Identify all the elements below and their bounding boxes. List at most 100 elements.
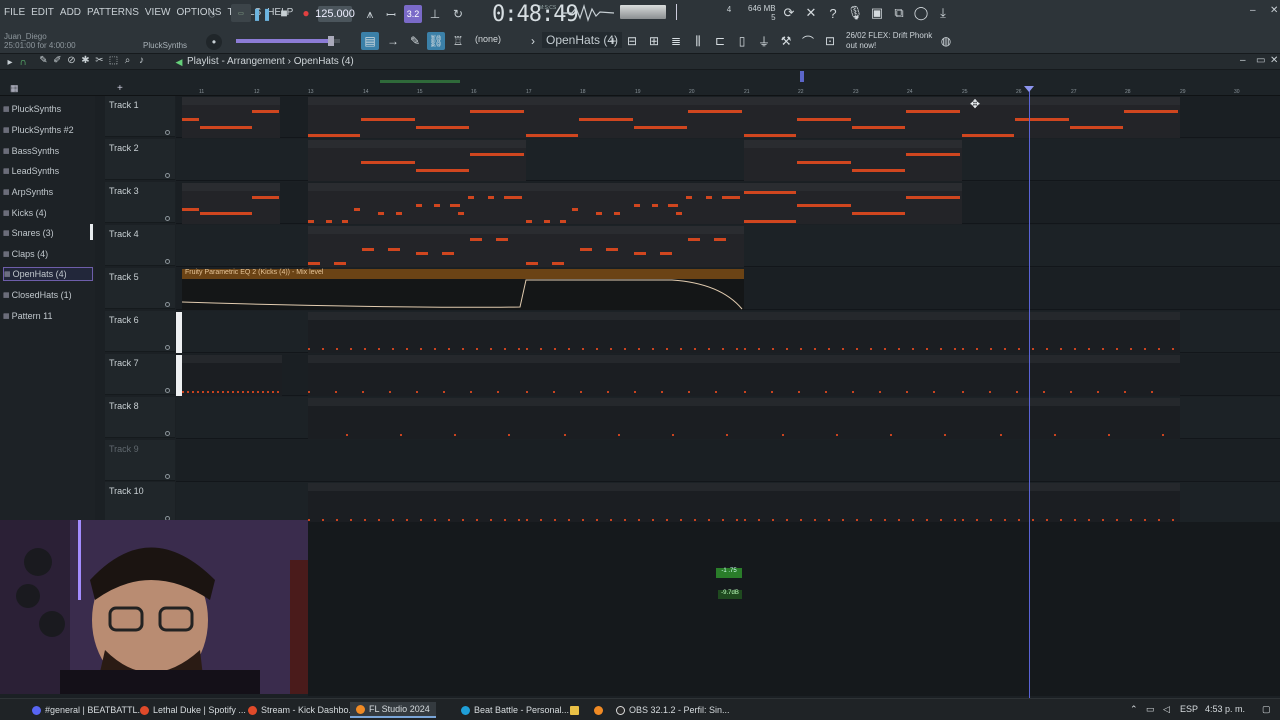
track-mute-dot[interactable]	[165, 474, 170, 479]
channel-rack-icon[interactable]: ⊞	[645, 32, 663, 50]
magnet-icon[interactable]: ∩	[17, 55, 29, 69]
master-volume-knob[interactable]	[328, 36, 334, 46]
playlist-maximize-icon[interactable]: ▭	[1256, 55, 1265, 66]
song-mode-toggle[interactable]: ▭	[231, 4, 251, 22]
clip[interactable]: Claps (4)	[526, 398, 744, 439]
scroll-marker[interactable]	[800, 71, 804, 82]
picker-item-basssynths[interactable]: ▦ BassSynths	[3, 144, 93, 158]
speaker-icon[interactable]: ♪	[136, 55, 147, 66]
clip[interactable]: Claps (4)	[962, 398, 1180, 439]
globe-icon[interactable]: ◍	[937, 32, 955, 50]
picker-item-arpsynths[interactable]: ▦ ArpSynths	[3, 185, 93, 199]
track-header-9[interactable]: Track 9	[105, 440, 175, 481]
zoom-tool-icon[interactable]: ⌕	[122, 55, 133, 66]
mic-toggle-icon[interactable]: ⌒	[799, 32, 817, 50]
clip[interactable]: ClosedHats (1)	[308, 483, 526, 524]
plugin-db-icon[interactable]: ▯	[733, 32, 751, 50]
clip[interactable]: PluckSynths	[962, 97, 1180, 138]
clip[interactable]: Claps (4)	[744, 398, 962, 439]
track-header-8[interactable]: Track 8	[105, 397, 175, 438]
add-pattern-icon[interactable]: +	[604, 32, 622, 50]
track-header-2[interactable]: Track 2	[105, 139, 175, 180]
automation-clip[interactable]: Fruity Parametric EQ 2 (Kicks (4)) - Mix…	[182, 269, 744, 310]
picker-item-kicks[interactable]: ▦ Kicks (4)	[3, 206, 93, 220]
snap-select[interactable]: (none)	[475, 34, 501, 44]
picker-item-plucksynths[interactable]: ▦ PluckSynths	[3, 102, 93, 116]
picker-item-leadsynths[interactable]: ▦ LeadSynths	[3, 164, 93, 178]
close-icon[interactable]: ✕	[1270, 5, 1278, 16]
delete-tool-icon[interactable]: ⊘	[66, 55, 77, 66]
track-mute-dot[interactable]	[165, 302, 170, 307]
metronome-icon[interactable]: ⩚	[361, 6, 379, 22]
clip[interactable]: PluckSynths #2	[308, 140, 526, 181]
clip[interactable]: PluckSynths	[526, 97, 744, 138]
playhead-marker-icon[interactable]	[1024, 86, 1034, 92]
menu-add[interactable]: ADD	[60, 7, 81, 18]
tray-volume-icon[interactable]: ◁	[1163, 704, 1170, 715]
clip[interactable]: LeadSynths	[526, 226, 744, 267]
picker-item-openhats[interactable]: ▦ OpenHats (4)	[3, 267, 93, 281]
arrow-right-icon[interactable]: →	[384, 32, 402, 50]
clip[interactable]: ClosedHats (1)	[744, 483, 962, 524]
multilink-icon[interactable]: ✕	[803, 5, 819, 21]
pattern-arrow-icon[interactable]: ›	[527, 32, 539, 50]
piano-roll-icon[interactable]: ≣	[667, 32, 685, 50]
tempo-display[interactable]: 125.000	[315, 6, 355, 22]
track-header-5[interactable]: Track 5	[105, 268, 175, 309]
pause-icon[interactable]: ❚❚	[252, 6, 272, 22]
playlist-close-icon[interactable]: ✕	[1270, 55, 1278, 66]
clip[interactable]: ClosedHats (1)	[526, 483, 744, 524]
tray-chevron-icon[interactable]: ⌃	[1130, 704, 1138, 715]
track-header-10[interactable]: Track 10	[105, 482, 175, 523]
tray-network-icon[interactable]: ▭	[1146, 704, 1155, 715]
clip[interactable]: Snares (3)	[744, 355, 962, 396]
plug-icon[interactable]: ⏚	[755, 32, 773, 50]
clip[interactable]: ▯ ▯▯▯▯▯▯▯	[182, 355, 282, 396]
track-header-6[interactable]: Track 6	[105, 311, 175, 352]
playhead[interactable]	[1029, 88, 1030, 698]
track-mute-dot[interactable]	[165, 431, 170, 436]
task-beat-battle[interactable]: Beat Battle - Personal...	[455, 702, 575, 718]
minimize-icon[interactable]: ‒	[1250, 5, 1256, 16]
record-icon[interactable]: ●	[299, 6, 313, 20]
clip[interactable]: Kicks (4)	[526, 312, 744, 353]
clip[interactable]: LeadSynths	[308, 226, 526, 267]
clip[interactable]: Snares (3)	[526, 355, 744, 396]
countdown-toggle[interactable]: 3.2	[404, 5, 422, 23]
wait-input-icon[interactable]: ꟷ	[382, 6, 400, 22]
stamp-icon[interactable]: ♖	[449, 32, 467, 50]
tray-clock[interactable]: 4:53 p. m.	[1205, 704, 1245, 714]
chat-icon[interactable]: ◯	[913, 5, 929, 21]
slip-tool-icon[interactable]: ✂	[94, 55, 105, 66]
clip[interactable]: BassSynths	[308, 183, 526, 224]
plugin-icon[interactable]: ⧉	[891, 5, 907, 21]
panic-icon[interactable]: ⟳	[781, 5, 797, 21]
step-edit-icon[interactable]: ⊥	[426, 6, 444, 22]
track-mute-dot[interactable]	[165, 345, 170, 350]
help-icon[interactable]: ?	[825, 5, 841, 21]
clip[interactable]: PluckSynths #2	[182, 97, 280, 138]
task-fl-studio[interactable]: FL Studio 2024	[350, 702, 436, 718]
track-header-3[interactable]: Track 3	[105, 182, 175, 223]
save-icon[interactable]: ▣	[869, 5, 885, 21]
playlist-empty-area[interactable]	[308, 522, 1280, 696]
playlist-menu-icon[interactable]: ▸	[4, 55, 16, 69]
clip[interactable]: PluckSynths	[308, 97, 526, 138]
cart-icon[interactable]: ⊡	[821, 32, 839, 50]
task-obs[interactable]: OBS 32.1.2 - Perfil: Sin...	[610, 702, 736, 718]
picker-item-closedhats[interactable]: ▦ ClosedHats (1)	[3, 288, 93, 302]
mixer-icon[interactable]: ⊟	[623, 32, 641, 50]
track-mute-dot[interactable]	[165, 173, 170, 178]
menu-file[interactable]: FILE	[4, 7, 25, 18]
link-icon[interactable]: ⛓	[427, 32, 445, 50]
playlist-icon[interactable]: ⫼	[689, 32, 707, 50]
download-icon[interactable]: ⤓	[935, 5, 951, 21]
browser-icon[interactable]: ⊏	[711, 32, 729, 50]
tray-notification-icon[interactable]: ▢	[1262, 704, 1271, 715]
clip[interactable]: Kicks (4)	[962, 312, 1180, 353]
task-discord[interactable]: #general | BEATBATTL...	[26, 702, 151, 718]
loop-record-icon[interactable]: ↻	[449, 6, 467, 22]
picker-item-snares[interactable]: ▦ Snares (3)	[3, 226, 93, 240]
menu-patterns[interactable]: PATTERNS	[87, 7, 139, 18]
menu-view[interactable]: VIEW	[145, 7, 171, 18]
